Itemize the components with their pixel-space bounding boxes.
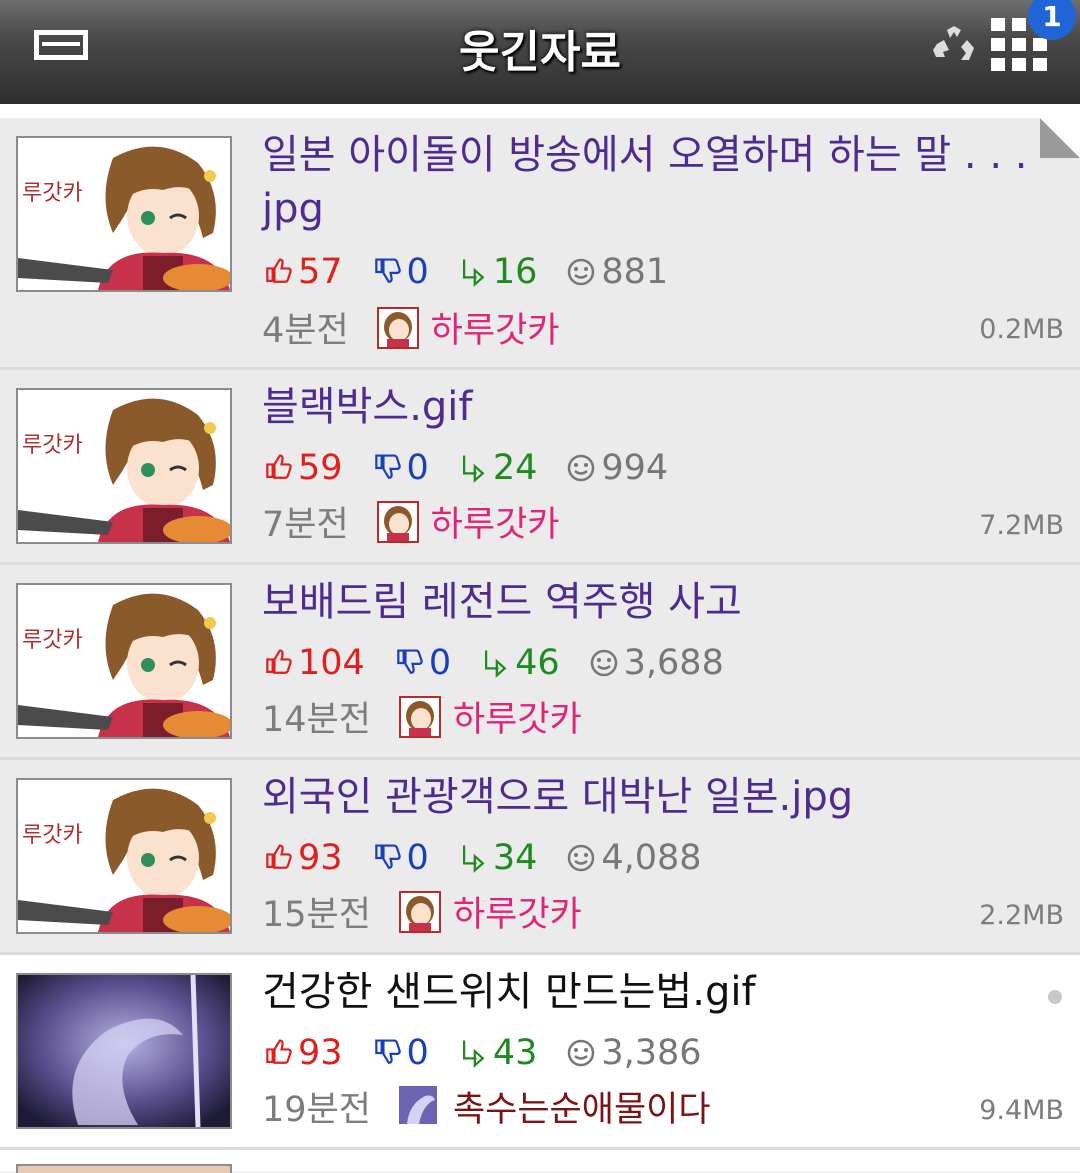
post-meta: 15분전 하루갓카	[262, 886, 582, 937]
dislike-count[interactable]: 0	[371, 448, 429, 488]
author-name[interactable]: 하루갓카	[453, 886, 582, 937]
post-stats: 104 0 46 3,688	[262, 643, 752, 683]
share-arrow-icon	[462, 1039, 484, 1067]
file-size: 0.2MB	[979, 314, 1064, 345]
smile-face-icon	[568, 454, 595, 482]
app-header: 웃긴자료 1	[0, 0, 1080, 104]
post-time: 15분전	[262, 895, 371, 935]
view-count: 3,386	[565, 1033, 702, 1073]
post-time: 14분전	[262, 700, 371, 740]
post-title[interactable]: 건강한 샌드위치 만드는법.gif	[262, 965, 1052, 1019]
share-count: 16	[457, 252, 537, 292]
post-meta: 19분전 촉수는순애물이다	[262, 1081, 711, 1132]
thumbs-down-icon	[374, 258, 401, 283]
dislike-count[interactable]: 0	[371, 252, 429, 292]
avatar[interactable]	[376, 306, 419, 349]
like-count[interactable]: 59	[262, 448, 343, 488]
share-arrow-icon	[462, 258, 484, 286]
smile-face-icon	[568, 844, 595, 872]
view-count: 994	[565, 448, 668, 488]
post-stats: 57 0 16 881	[262, 252, 696, 292]
author-name[interactable]: 촉수는순애물이다	[453, 1081, 711, 1132]
thumbs-up-icon	[266, 258, 292, 283]
like-count[interactable]: 57	[262, 252, 343, 292]
post-title[interactable]: 외국인 관광객으로 대박난 일본.jpg	[262, 770, 1052, 824]
avatar[interactable]	[398, 1085, 441, 1128]
smile-face-icon	[590, 649, 617, 677]
like-count[interactable]: 93	[262, 838, 343, 878]
post-thumbnail[interactable]	[16, 583, 232, 739]
post-thumbnail[interactable]	[16, 136, 232, 292]
thumbs-up-icon	[266, 649, 292, 674]
page-title: 웃긴자료	[459, 27, 621, 78]
like-count[interactable]: 93	[262, 1033, 343, 1073]
thumbs-down-icon	[374, 844, 401, 869]
post-title[interactable]: 보배드림 레전드 역주행 사고	[262, 575, 1052, 629]
smile-face-icon	[568, 258, 595, 286]
dislike-count[interactable]: 0	[371, 838, 429, 878]
post-stats: 93 0 34 4,088	[262, 838, 730, 878]
file-size: 9.4MB	[979, 1095, 1064, 1126]
file-size: 2.2MB	[979, 900, 1064, 931]
file-size: 7.2MB	[979, 510, 1064, 541]
thumbs-down-icon	[374, 454, 401, 479]
page-corner-icon	[1040, 118, 1080, 158]
thumbs-up-icon	[266, 1039, 292, 1064]
view-count: 3,688	[588, 643, 724, 683]
dislike-count[interactable]: 0	[371, 1033, 429, 1073]
author-name[interactable]: 하루갓카	[453, 691, 582, 742]
like-count[interactable]: 104	[262, 643, 365, 683]
header-divider	[0, 104, 1080, 118]
view-count: 4,088	[565, 838, 702, 878]
post-thumbnail[interactable]	[16, 973, 232, 1129]
share-count: 24	[457, 448, 537, 488]
post-meta: 4분전 하루갓카	[262, 302, 559, 353]
avatar[interactable]	[398, 695, 441, 738]
view-count: 881	[565, 252, 668, 292]
post-meta: 14분전 하루갓카	[262, 691, 582, 742]
post-row-partial[interactable]	[0, 1150, 1080, 1173]
post-title[interactable]: 일본 아이돌이 방송에서 오열하며 하는 말 . . . jpg	[262, 128, 1052, 236]
post-time: 4분전	[262, 311, 349, 351]
post-row[interactable]: 건강한 샌드위치 만드는법.gif 93 0 43 3,386 19분전 촉수는…	[0, 955, 1080, 1150]
post-row[interactable]: 보배드림 레전드 역주행 사고 104 0 46 3,688 14분전 하루갓카	[0, 565, 1080, 760]
thumbs-up-icon	[266, 844, 292, 869]
avatar[interactable]	[376, 500, 419, 543]
post-thumbnail[interactable]	[16, 1164, 232, 1173]
post-title[interactable]: 블랙박스.gif	[262, 380, 1052, 434]
post-row[interactable]: 일본 아이돌이 방송에서 오열하며 하는 말 . . . jpg 57 0 16…	[0, 118, 1080, 370]
post-meta: 7분전 하루갓카	[262, 496, 559, 547]
thumbs-up-icon	[266, 454, 292, 479]
post-stats: 93 0 43 3,386	[262, 1033, 730, 1073]
smile-face-icon	[568, 1039, 595, 1067]
post-row[interactable]: 블랙박스.gif 59 0 24 994 7분전 하루갓카 7.2MB	[0, 370, 1080, 565]
post-stats: 59 0 24 994	[262, 448, 696, 488]
new-indicator-dot	[1048, 990, 1062, 1004]
thumbs-down-icon	[374, 1039, 401, 1064]
author-name[interactable]: 하루갓카	[431, 302, 560, 353]
share-count: 34	[457, 838, 537, 878]
share-count: 43	[457, 1033, 537, 1073]
recycle-icon[interactable]	[933, 26, 975, 64]
post-thumbnail[interactable]	[16, 388, 232, 544]
share-count: 46	[479, 643, 560, 683]
avatar[interactable]	[398, 890, 441, 933]
post-thumbnail[interactable]	[16, 778, 232, 934]
dislike-count[interactable]: 0	[393, 643, 451, 683]
author-name[interactable]: 하루갓카	[431, 496, 560, 547]
share-arrow-icon	[462, 844, 484, 872]
share-arrow-icon	[462, 454, 484, 482]
post-row[interactable]: 외국인 관광객으로 대박난 일본.jpg 93 0 34 4,088 15분전 …	[0, 760, 1080, 955]
post-time: 7분전	[262, 505, 349, 545]
share-arrow-icon	[485, 649, 506, 677]
post-time: 19분전	[262, 1090, 371, 1130]
thumbs-down-icon	[397, 649, 423, 674]
